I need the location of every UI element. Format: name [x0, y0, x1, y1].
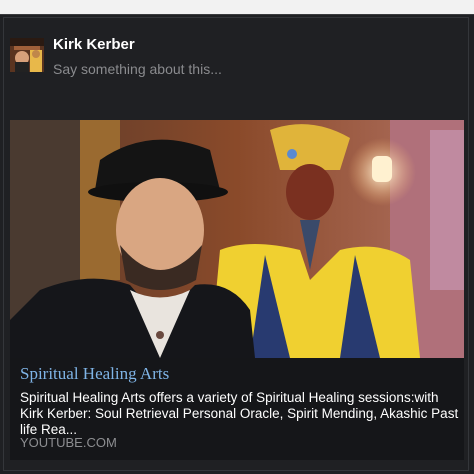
avatar[interactable]	[10, 38, 44, 72]
link-preview-card[interactable]: Spiritual Healing Arts Spiritual Healing…	[10, 120, 464, 460]
link-preview-image[interactable]	[10, 120, 464, 358]
link-description: Spiritual Healing Arts offers a variety …	[20, 390, 459, 437]
top-bar	[0, 0, 474, 15]
preview-photo	[10, 120, 464, 358]
author-name[interactable]: Kirk Kerber	[53, 36, 135, 53]
link-domain: YOUTUBE.COM	[20, 435, 117, 450]
avatar-photo	[10, 38, 44, 72]
compose-input[interactable]	[53, 59, 353, 79]
link-title[interactable]: Spiritual Healing Arts	[20, 364, 169, 384]
